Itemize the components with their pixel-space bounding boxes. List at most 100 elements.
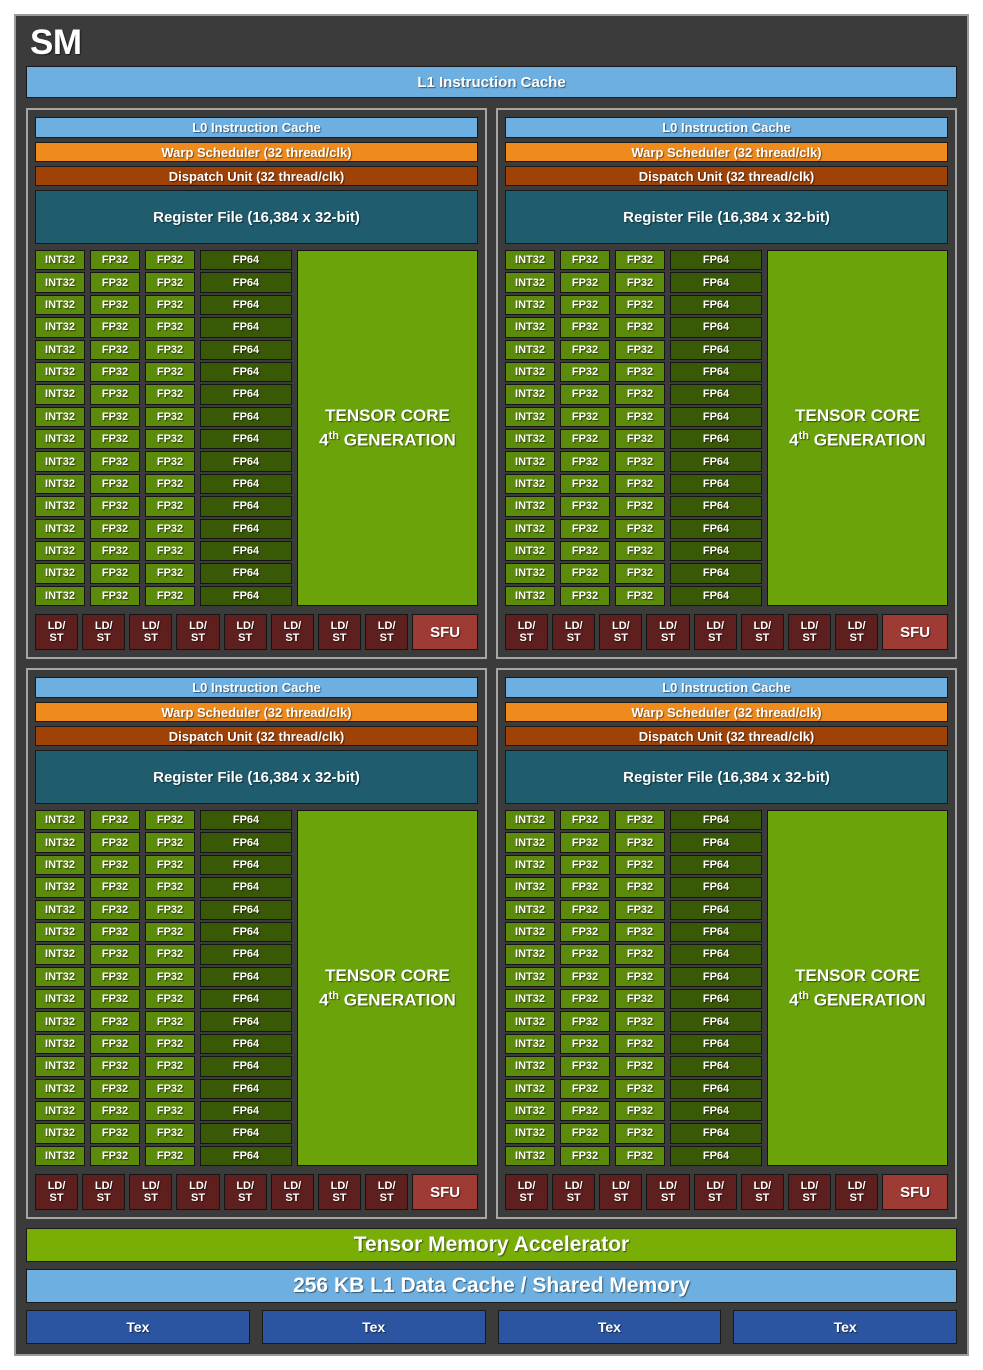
- ld-st-label-top: LD/: [94, 1180, 113, 1192]
- generation-word: GENERATION: [343, 990, 456, 1010]
- core-cell-fp64: FP64: [670, 810, 762, 831]
- core-column-int32: INT32 INT32 INT32 INT32 INT32 INT32 INT32 INT32…: [505, 250, 555, 606]
- tensor-core-block: TENSOR CORE 4th GENERATION: [297, 810, 478, 1166]
- ld-st-label-top: LD/: [659, 1180, 677, 1192]
- tensor-core-block: TENSOR CORE 4th GENERATION: [767, 810, 948, 1166]
- core-cell-fp32: FP32: [560, 1100, 610, 1122]
- core-cell-fp32: FP32: [145, 585, 195, 606]
- core-cell-fp32: FP32: [145, 317, 195, 338]
- sfu-unit: SFU: [882, 1174, 949, 1210]
- core-cell-fp64: FP64: [670, 944, 762, 965]
- core-column-fp64: FP64 FP64 FP64 FP64 FP64 FP64 FP64 FP64 FP64 FP64…: [200, 250, 292, 606]
- sm-architecture-diagram: SM L1 Instruction Cache L0 Instruction C…: [0, 0, 983, 1370]
- ld-st-label-bottom: ST: [849, 632, 864, 644]
- tensor-core-block: TENSOR CORE 4th GENERATION: [767, 250, 948, 606]
- ld-st-label-top: LD/: [753, 1180, 772, 1192]
- core-cell-fp32: FP32: [560, 810, 610, 831]
- core-cell-int32: INT32: [35, 540, 85, 562]
- warp-scheduler-block: Warp Scheduler (32 thread/clk): [35, 702, 478, 722]
- ld-st-unit: LD/ST: [787, 614, 832, 650]
- ld-st-label-top: LD/: [847, 620, 866, 632]
- core-cell-fp64: FP64: [200, 496, 292, 517]
- core-cell-int32: INT32: [35, 1056, 85, 1077]
- core-cell-int32: INT32: [35, 899, 85, 920]
- core-array: INT32 INT32 INT32 INT32 INT32 INT32 INT32 INT32…: [35, 250, 478, 606]
- core-cell-int32: INT32: [505, 518, 555, 539]
- core-cell-fp32: FP32: [145, 429, 195, 450]
- core-cell-fp32: FP32: [615, 1078, 665, 1099]
- core-cell-fp32: FP32: [615, 810, 665, 831]
- sm-frame: SM L1 Instruction Cache L0 Instruction C…: [14, 14, 969, 1356]
- processing-block-top-right: L0 Instruction Cache Warp Scheduler (32 t…: [496, 108, 957, 659]
- ld-st-label-bottom: ST: [566, 632, 581, 644]
- core-cell-fp32: FP32: [145, 563, 195, 584]
- core-cell-int32: INT32: [35, 810, 85, 831]
- l1-data-cache-block: 256 KB L1 Data Cache / Shared Memory: [26, 1269, 957, 1303]
- core-column-fp32: FP32 FP32 FP32 FP32 FP32 FP32 FP32 FP32 FP32 FP32…: [90, 250, 140, 606]
- core-cell-fp32: FP32: [615, 832, 665, 853]
- ld-st-unit: LD/ST: [270, 1174, 314, 1210]
- ld-st-label-top: LD/: [236, 620, 255, 632]
- core-cell-fp32: FP32: [90, 518, 140, 539]
- core-cell-fp32: FP32: [145, 540, 195, 562]
- core-cell-int32: INT32: [505, 585, 555, 606]
- ld-st-label-bottom: ST: [143, 1192, 158, 1204]
- core-cell-int32: INT32: [35, 944, 85, 965]
- ld-st-label-top: LD/: [377, 620, 396, 632]
- core-cell-fp32: FP32: [90, 1123, 140, 1144]
- generation-word: GENERATION: [813, 430, 926, 450]
- ld-st-unit: LD/ST: [552, 614, 596, 650]
- ld-st-label-top: LD/: [142, 620, 160, 632]
- core-cell-fp64: FP64: [670, 854, 762, 876]
- core-cell-fp32: FP32: [90, 832, 140, 853]
- core-cell-int32: INT32: [35, 585, 85, 606]
- core-cell-fp32: FP32: [90, 250, 140, 271]
- page-title: SM: [30, 23, 82, 62]
- core-cell-int32: INT32: [505, 1145, 555, 1166]
- core-cell-fp32: FP32: [145, 944, 195, 965]
- core-cell-fp64: FP64: [200, 384, 292, 405]
- core-array: INT32 INT32 INT32 INT32 INT32 INT32 INT32 INT32…: [35, 810, 478, 1166]
- ld-st-label-bottom: ST: [708, 1192, 723, 1204]
- core-cell-int32: INT32: [35, 361, 85, 383]
- core-cell-int32: INT32: [35, 250, 85, 271]
- core-cell-fp64: FP64: [670, 1078, 762, 1099]
- core-cell-fp32: FP32: [560, 899, 610, 920]
- generation-number: 4: [319, 990, 329, 1010]
- core-cell-fp32: FP32: [145, 1123, 195, 1144]
- core-cell-fp32: FP32: [145, 966, 195, 987]
- ld-st-unit: LD/ST: [317, 1174, 362, 1210]
- core-cell-fp32: FP32: [145, 1056, 195, 1077]
- core-cell-fp32: FP32: [560, 518, 610, 539]
- core-cell-int32: INT32: [35, 339, 85, 360]
- core-cell-fp32: FP32: [615, 384, 665, 405]
- core-column-fp32: FP32 FP32 FP32 FP32 FP32 FP32 FP32 FP32 FP32 FP32…: [615, 810, 665, 1166]
- generation-ordinal: th: [798, 430, 810, 443]
- ld-st-label-bottom: ST: [802, 632, 817, 644]
- core-cell-fp64: FP64: [670, 361, 762, 383]
- core-cell-fp32: FP32: [90, 496, 140, 517]
- core-cell-fp32: FP32: [145, 1100, 195, 1122]
- ld-st-unit: LD/ST: [599, 1174, 643, 1210]
- l1-instruction-cache-block: L1 Instruction Cache: [26, 66, 957, 98]
- ld-st-label-bottom: ST: [802, 1192, 817, 1204]
- ld-st-unit: LD/ST: [223, 614, 267, 650]
- core-cell-fp32: FP32: [615, 429, 665, 450]
- tensor-core-title: TENSOR CORE: [795, 406, 920, 426]
- core-cell-fp32: FP32: [145, 810, 195, 831]
- core-cell-fp32: FP32: [90, 563, 140, 584]
- core-cell-fp32: FP32: [615, 317, 665, 338]
- ld-st-unit: LD/ST: [505, 614, 549, 650]
- core-cell-fp64: FP64: [200, 406, 292, 427]
- ld-st-unit: LD/ST: [82, 614, 126, 650]
- l0-instruction-cache-block: L0 Instruction Cache: [35, 677, 478, 698]
- core-cell-fp32: FP32: [560, 832, 610, 853]
- core-cell-int32: INT32: [505, 810, 555, 831]
- core-cell-fp32: FP32: [615, 1100, 665, 1122]
- core-cell-int32: INT32: [35, 921, 85, 943]
- ld-st-unit: LD/ST: [317, 614, 362, 650]
- core-cell-fp32: FP32: [145, 1011, 195, 1032]
- core-cell-fp32: FP32: [560, 1033, 610, 1055]
- core-cell-fp32: FP32: [145, 473, 195, 495]
- core-cell-fp32: FP32: [560, 384, 610, 405]
